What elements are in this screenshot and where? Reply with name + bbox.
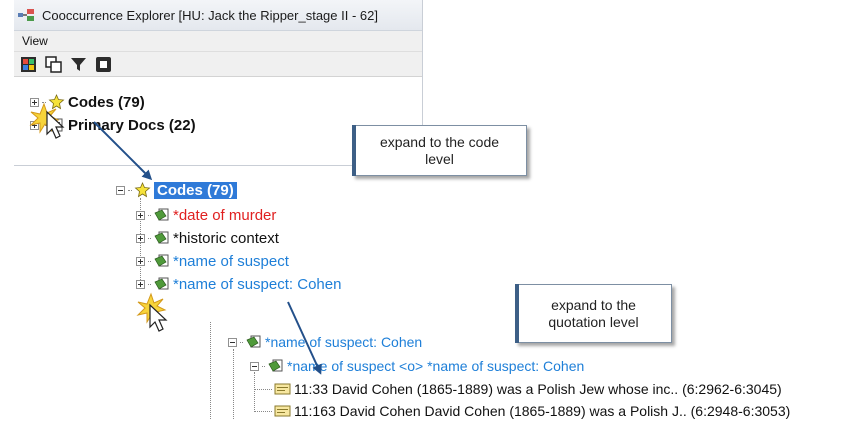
arrow-to-quotation-level xyxy=(287,301,322,375)
mouse-cursor-icon xyxy=(46,110,65,139)
arrow-to-code-level xyxy=(93,121,153,181)
annotation-overlay xyxy=(29,102,322,375)
